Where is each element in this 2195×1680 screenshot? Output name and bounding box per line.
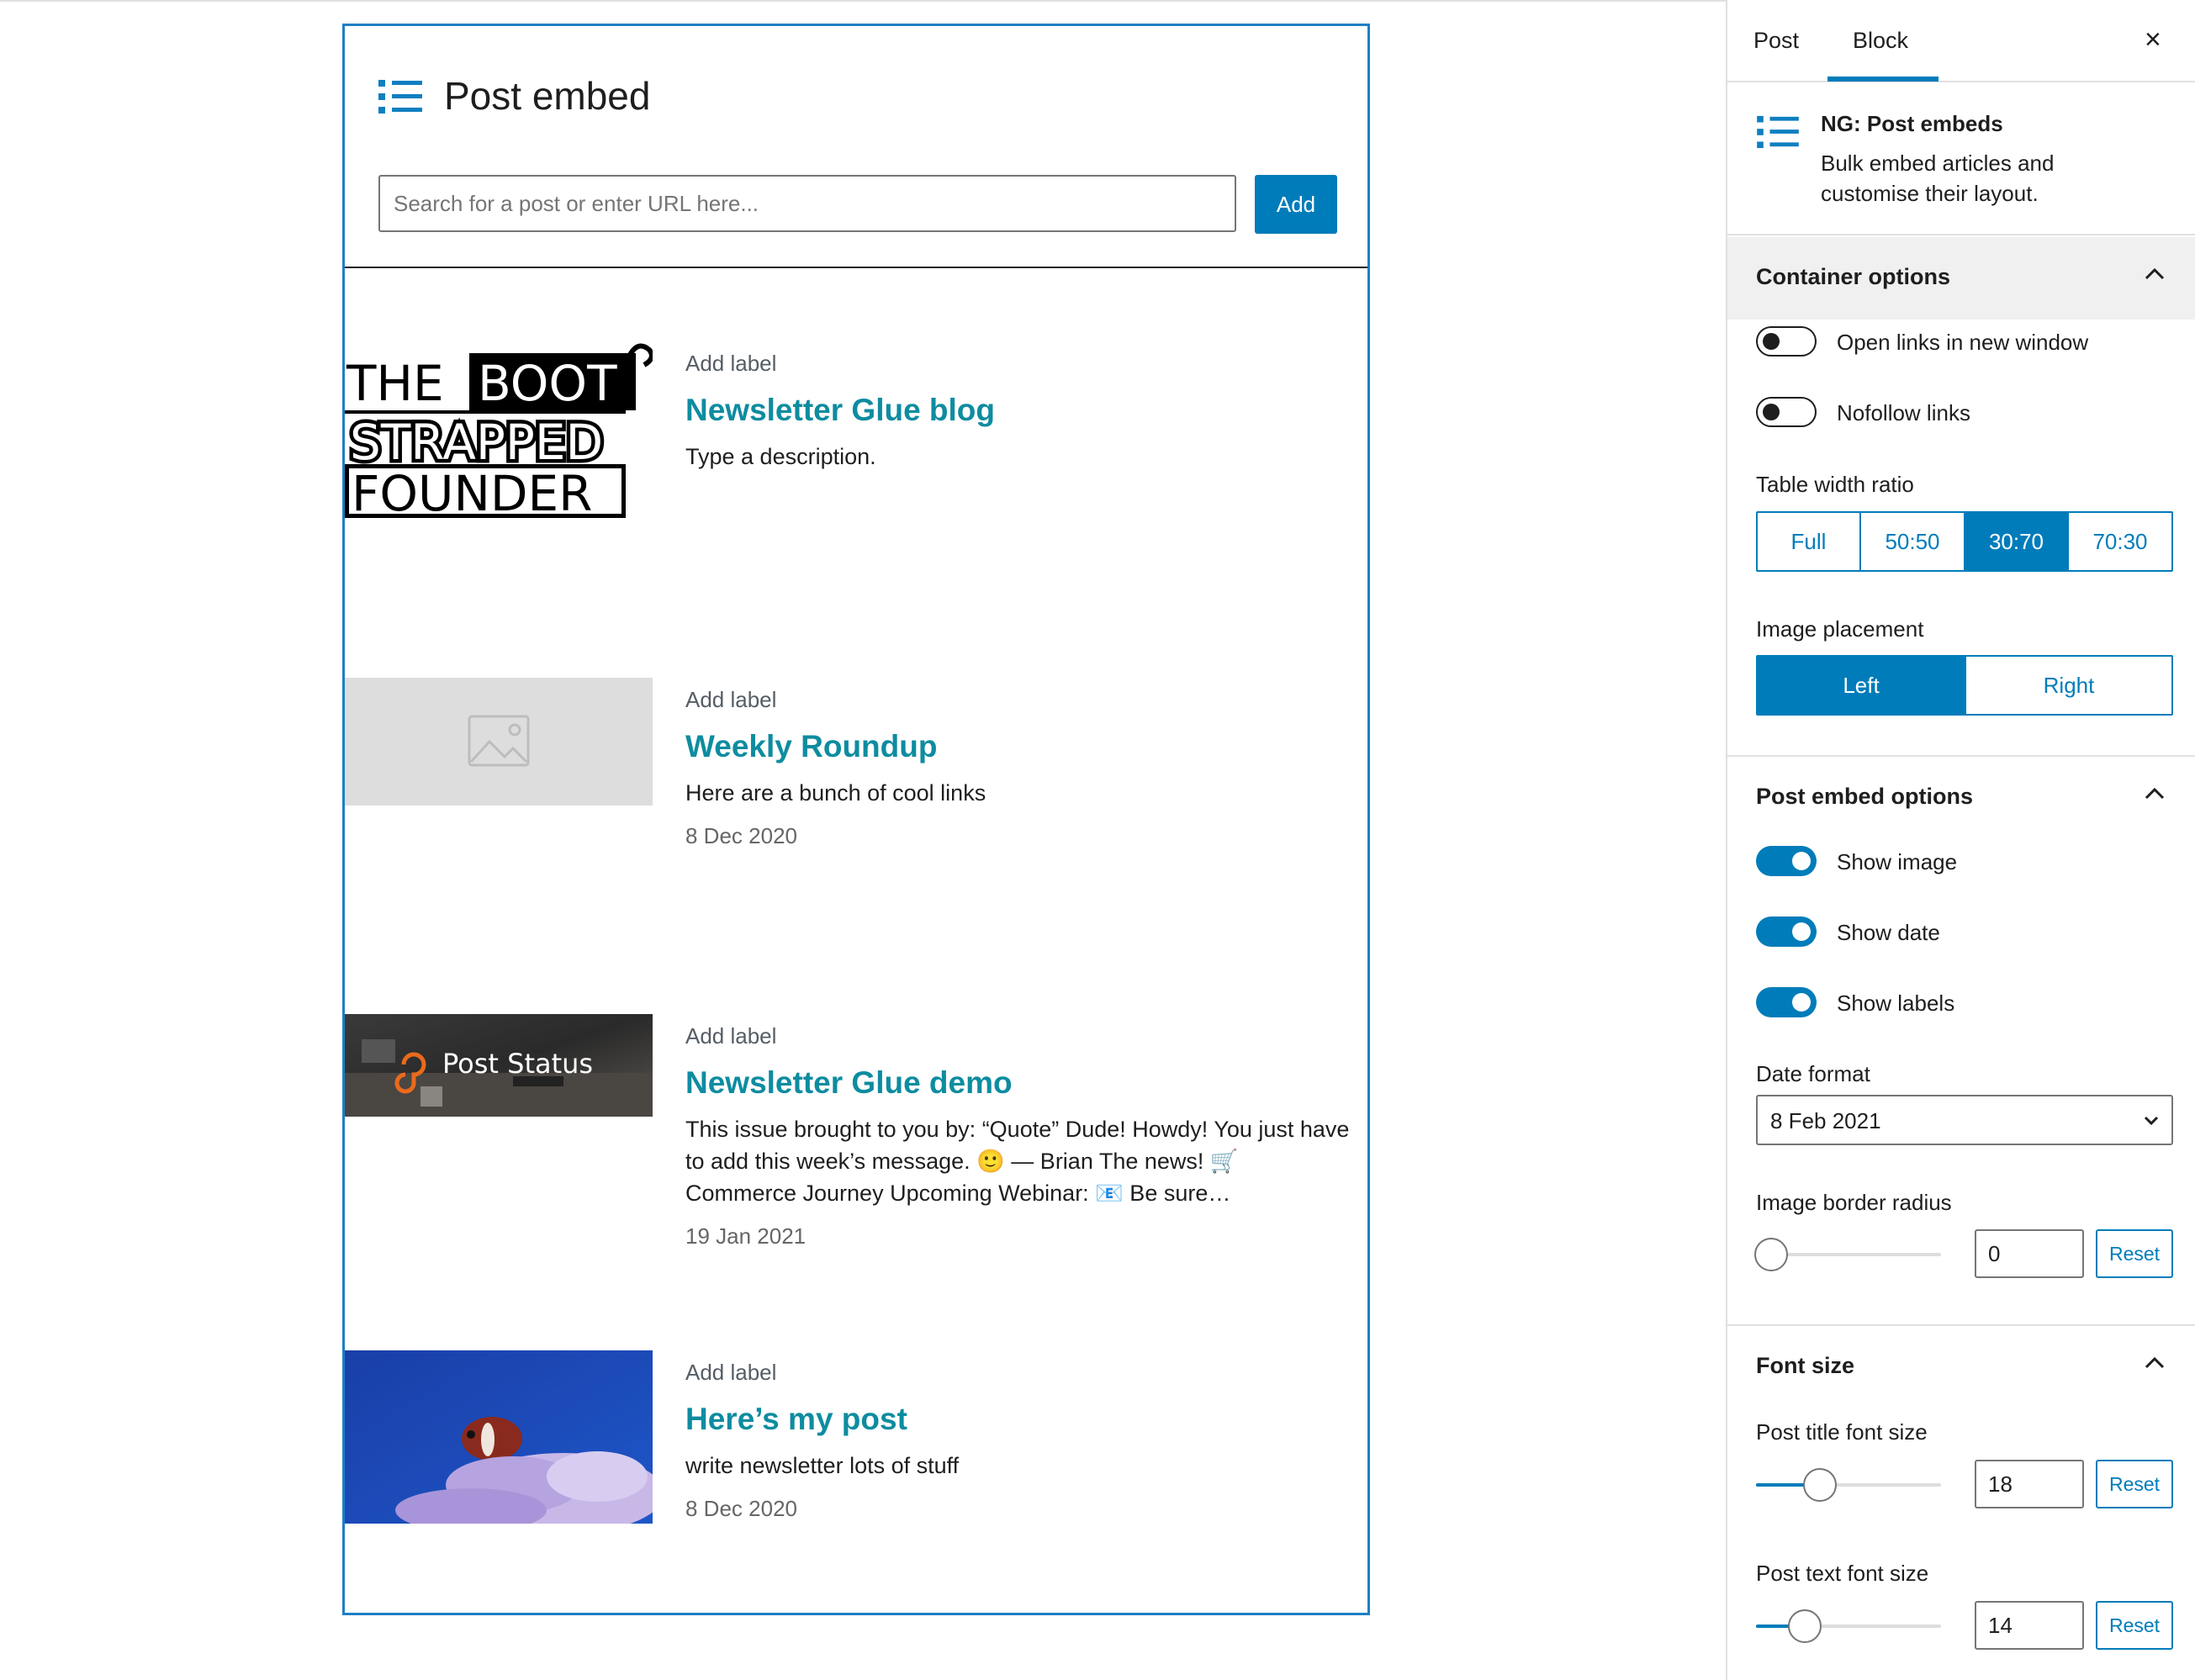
- open-links-new-window-toggle[interactable]: [1756, 326, 1817, 357]
- toggle-label: Nofollow links: [1837, 400, 1970, 425]
- post-description[interactable]: Here are a bunch of cool links: [685, 777, 1350, 809]
- image-placeholder-icon: [345, 678, 653, 806]
- text-font-size-slider[interactable]: [1756, 1609, 1941, 1643]
- block-title: Post embed: [444, 74, 651, 118]
- border-radius-label: Image border radius: [1756, 1190, 1952, 1215]
- panel-title: Container options: [1756, 264, 1950, 289]
- clownfish-photo: [345, 1350, 653, 1524]
- post-title-link[interactable]: Here’s my post: [685, 1401, 1350, 1438]
- chevron-down-icon: [2144, 1116, 2159, 1126]
- tab-post[interactable]: Post: [1753, 28, 1799, 54]
- date-format-select[interactable]: 8 Feb 2021: [1756, 1095, 2173, 1145]
- title-font-size-input[interactable]: [1975, 1460, 2084, 1508]
- post-label[interactable]: Add label: [685, 350, 1350, 377]
- toggle-label: Show labels: [1837, 991, 1955, 1016]
- tab-block[interactable]: Block: [1853, 28, 1908, 54]
- text-font-size-input[interactable]: [1975, 1601, 2084, 1650]
- post-status-logo-text: Post Status: [442, 1048, 593, 1080]
- show-image-toggle[interactable]: [1756, 846, 1817, 876]
- table-width-label: Table width ratio: [1756, 472, 1914, 497]
- block-card-description: Bulk embed articles and customise their …: [1821, 151, 2055, 206]
- table-width-full[interactable]: Full: [1758, 513, 1861, 570]
- image-placement-group: Left Right: [1756, 655, 2173, 716]
- title-font-size-label: Post title font size: [1756, 1419, 1928, 1445]
- post-label[interactable]: Add label: [685, 686, 1350, 713]
- logo-word-strapped: STRAPPED: [350, 414, 603, 471]
- post-embed-options-toggle[interactable]: Post embed options: [1727, 757, 2195, 839]
- post-date: 8 Dec 2020: [685, 1496, 797, 1521]
- table-width-ratio-group: Full 50:50 30:70 70:30: [1756, 511, 2173, 572]
- post-label[interactable]: Add label: [685, 1359, 1350, 1386]
- block-header: Post embed Add: [345, 26, 1367, 268]
- search-input[interactable]: [378, 175, 1236, 232]
- font-size-toggle[interactable]: Font size: [1727, 1326, 2195, 1408]
- list-icon: [378, 80, 422, 114]
- text-font-size-reset-button[interactable]: Reset: [2096, 1601, 2173, 1650]
- table-width-50-50[interactable]: 50:50: [1861, 513, 1965, 570]
- panel-title: Font size: [1756, 1353, 1855, 1378]
- sidebar-tabs: Post Block ×: [1727, 0, 2195, 82]
- border-radius-input[interactable]: [1975, 1229, 2084, 1278]
- logo-word-boot: BOOT: [478, 355, 617, 412]
- close-icon[interactable]: ×: [2145, 24, 2161, 56]
- post-label[interactable]: Add label: [685, 1022, 1350, 1049]
- show-labels-toggle[interactable]: [1756, 987, 1817, 1017]
- border-radius-reset-button[interactable]: Reset: [2096, 1229, 2173, 1278]
- slider-thumb[interactable]: [1803, 1468, 1837, 1502]
- block-card: NG: Post embeds Bulk embed articles and …: [1727, 82, 2195, 235]
- chevron-up-icon: [2145, 267, 2165, 280]
- post-title-link[interactable]: Newsletter Glue demo: [685, 1065, 1350, 1102]
- toggle-label: Show image: [1837, 849, 1958, 874]
- panel-title: Post embed options: [1756, 784, 1974, 809]
- slider-thumb[interactable]: [1754, 1238, 1788, 1271]
- active-tab-indicator: [1827, 77, 1938, 82]
- toggle-label: Open links in new window: [1837, 330, 2089, 355]
- table-width-70-30[interactable]: 70:30: [2069, 513, 2171, 570]
- post-status-banner: Post Status: [345, 1014, 653, 1117]
- top-border: [0, 0, 1726, 2]
- image-placement-left[interactable]: Left: [1758, 657, 1966, 714]
- post-embed-block[interactable]: Post embed Add THE BOOT STRAPPED FOUNDER…: [342, 24, 1370, 1615]
- post-description[interactable]: Type a description.: [685, 441, 1350, 473]
- container-options-toggle[interactable]: Container options: [1727, 237, 2195, 320]
- post-description[interactable]: This issue brought to you by: “Quote” Du…: [685, 1113, 1350, 1209]
- post-title-link[interactable]: Weekly Roundup: [685, 728, 1350, 765]
- post-date: 19 Jan 2021: [685, 1223, 807, 1249]
- list-icon: [1757, 115, 1799, 149]
- text-font-size-label: Post text font size: [1756, 1561, 1929, 1586]
- logo-word-the: THE: [346, 355, 444, 412]
- toggle-label: Show date: [1837, 920, 1940, 945]
- table-width-30-70[interactable]: 30:70: [1965, 513, 2069, 570]
- settings-sidebar: Post Block × NG: Post embeds Bulk embed …: [1726, 0, 2195, 1680]
- bootstrapped-founder-logo: THE BOOT STRAPPED FOUNDER: [345, 341, 653, 518]
- date-format-label: Date format: [1756, 1061, 1870, 1086]
- chevron-up-icon: [2145, 787, 2165, 800]
- image-placement-right[interactable]: Right: [1966, 657, 2171, 714]
- title-font-size-slider[interactable]: [1756, 1468, 1941, 1502]
- date-format-value: 8 Feb 2021: [1770, 1108, 1881, 1133]
- slider-thumb[interactable]: [1788, 1609, 1822, 1643]
- block-card-title: NG: Post embeds: [1821, 111, 2003, 136]
- border-radius-slider[interactable]: [1754, 1238, 1941, 1271]
- add-button[interactable]: Add: [1255, 175, 1337, 234]
- chevron-up-icon: [2145, 1356, 2165, 1369]
- post-description[interactable]: write newsletter lots of stuff: [685, 1450, 1350, 1482]
- post-title-link[interactable]: Newsletter Glue blog: [685, 392, 1350, 429]
- show-date-toggle[interactable]: [1756, 917, 1817, 947]
- image-placement-label: Image placement: [1756, 616, 1924, 642]
- post-date: 8 Dec 2020: [685, 823, 797, 848]
- logo-word-founder: FOUNDER: [352, 465, 592, 518]
- nofollow-links-toggle[interactable]: [1756, 397, 1817, 427]
- title-font-size-reset-button[interactable]: Reset: [2096, 1460, 2173, 1508]
